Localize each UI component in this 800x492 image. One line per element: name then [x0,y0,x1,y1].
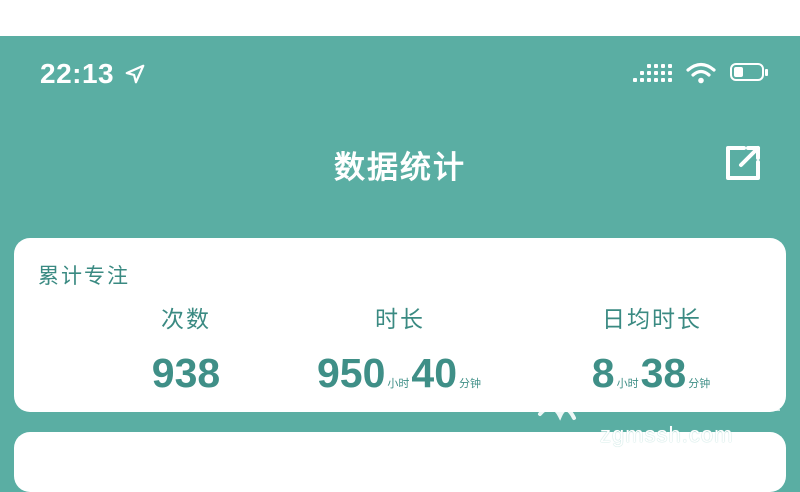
status-time: 22:13 [40,58,115,89]
summary-card: 累计专注 次数 938 时长 950 小时 40 分钟 日均时长 8 小时 38… [14,238,786,412]
battery-icon [730,63,770,83]
stat-count-label: 次数 [161,307,211,333]
stat-daily-avg-minutes-unit: 分钟 [688,377,711,390]
stat-daily-avg-minutes: 38 [640,350,687,396]
stat-duration-hours-unit: 小时 [387,377,410,390]
signal-icon [633,64,672,82]
stat-daily-avg-label: 日均时长 [602,307,702,333]
stat-duration-value-group: 950 小时 40 分钟 [280,350,520,397]
status-time-group: 22:13 [40,58,146,90]
stat-daily-avg-hours-unit: 小时 [616,377,639,390]
stat-duration-minutes-unit: 分钟 [459,377,482,390]
stat-daily-avg-value-group: 8 小时 38 分钟 [532,350,772,397]
stat-count: 次数 938 [66,300,306,397]
stat-duration-hours: 950 [316,350,386,396]
watermark-text: zgmssh.com [600,422,734,447]
status-icons [633,62,770,84]
stat-duration: 时长 950 小时 40 分钟 [280,300,520,397]
stat-daily-avg-hours: 8 [591,350,615,396]
top-bar-blank [0,0,800,36]
card-title: 累计专注 [38,264,130,288]
wifi-icon [686,62,716,84]
stat-duration-label: 时长 [375,307,425,333]
location-arrow-icon [125,64,145,84]
stat-count-value-group: 938 [66,350,306,397]
stat-duration-minutes: 40 [411,350,458,396]
page-title: 数据统计 [334,150,466,186]
stat-count-value: 938 [151,350,221,396]
share-icon[interactable] [722,142,764,184]
stat-daily-avg: 日均时长 8 小时 38 分钟 [532,300,772,397]
